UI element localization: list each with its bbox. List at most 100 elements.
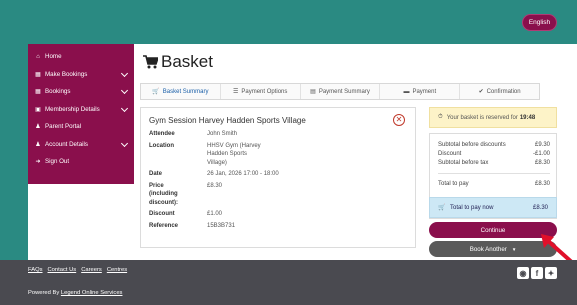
checkout-steps: 🛒 Basket Summary ☰ Payment Options ▤ Pay…: [140, 83, 540, 100]
detail-label: Price (including discount):: [149, 182, 178, 206]
sidebar-item-home[interactable]: ⌂ Home: [28, 48, 134, 66]
facebook-icon[interactable]: f: [531, 267, 543, 279]
sidebar-item-parent-portal[interactable]: ♟ Parent Portal: [28, 118, 134, 136]
sidebar-item-make-bookings[interactable]: ▦ Make Bookings: [28, 66, 134, 84]
chevron-down-icon: [120, 69, 129, 77]
step-payment-summary[interactable]: ▤ Payment Summary: [301, 84, 381, 99]
sign-out-icon: ➜: [35, 159, 41, 166]
detail-row: Date 26 Jan, 2026 17:00 - 18:00: [149, 170, 349, 179]
credit-card-icon: ▬: [403, 88, 410, 95]
booking-details: Attendee John Smith Location HHSV Gym (H…: [149, 130, 349, 233]
detail-value: HHSV Gym (Harvey Hadden Sports Village): [207, 142, 261, 166]
step-label: Payment Options: [241, 88, 288, 95]
calendar-icon: ▦: [35, 71, 41, 78]
detail-row: Price (including discount): £8.30: [149, 182, 349, 208]
twitter-icon[interactable]: ✦: [545, 267, 557, 279]
detail-row: Attendee John Smith: [149, 130, 349, 139]
detail-value: 15B3B731: [207, 222, 236, 229]
reservation-text: Your basket is reserved for: [446, 114, 518, 121]
powered-by: Powered By Legend Online Services: [28, 290, 122, 296]
step-label: Basket Summary: [162, 88, 209, 95]
footer-link-centres[interactable]: Centres: [107, 267, 127, 273]
step-label: Payment: [412, 88, 437, 95]
summary-label: Discount: [438, 151, 462, 157]
booking-title: Gym Session Harvey Hadden Sports Village: [149, 116, 306, 125]
sidebar: ⌂ Home ▦ Make Bookings ▦ Bookings ▣ Memb…: [28, 44, 134, 184]
summary-value: £8.30: [534, 181, 550, 187]
id-card-icon: ▣: [35, 106, 41, 113]
summary-row: Subtotal before tax £8.30: [438, 160, 550, 166]
pay-now-value: £8.30: [532, 204, 548, 211]
stopwatch-icon: ⏱: [438, 114, 443, 120]
summary-label: Subtotal before tax: [438, 160, 489, 166]
booking-card: Gym Session Harvey Hadden Sports Village…: [140, 107, 416, 248]
detail-label: Date: [149, 171, 163, 177]
book-another-label: Book Another: [469, 245, 507, 253]
detail-label: Attendee: [149, 131, 175, 137]
summary-value: £9.30: [534, 142, 550, 148]
page-title-text: Basket: [161, 52, 213, 71]
instagram-icon[interactable]: ◉: [517, 267, 529, 279]
sidebar-item-label: Membership Details: [45, 105, 100, 113]
chevron-down-icon: [120, 86, 129, 95]
sidebar-item-label: Sign Out: [45, 158, 70, 166]
list-icon: ☰: [232, 89, 239, 95]
detail-value: 26 Jan, 2026 17:00 - 18:00: [207, 171, 279, 177]
page-title: Basket: [143, 52, 213, 72]
caret-down-icon: ▼: [511, 246, 517, 252]
top-bar: English: [0, 0, 577, 44]
footer-links: FAQs Contact Us Careers Centres: [28, 267, 132, 273]
pay-now-left: 🛒 Total to pay now: [438, 204, 493, 211]
language-button[interactable]: English: [522, 14, 557, 31]
summary-value: -£1.00: [532, 151, 550, 157]
social-links: ◉ f ✦: [515, 267, 557, 279]
footer-link-faqs[interactable]: FAQs: [28, 267, 43, 273]
sidebar-item-sign-out[interactable]: ➜ Sign Out: [28, 153, 134, 171]
summary-row-total: Total to pay £8.30: [438, 181, 550, 187]
reservation-timer: ⏱ Your basket is reserved for 19:48: [429, 107, 557, 128]
user-icon: ♟: [35, 141, 41, 148]
sidebar-item-label: Make Bookings: [45, 70, 88, 78]
divider: [438, 173, 550, 174]
detail-row: Reference 15B3B731: [149, 222, 349, 231]
home-icon: ⌂: [36, 53, 40, 60]
step-payment[interactable]: ▬ Payment: [380, 84, 461, 99]
cart-icon: 🛒: [438, 205, 446, 211]
summary-value: £8.30: [534, 160, 550, 166]
summary-label: Total to pay: [438, 181, 469, 187]
remove-booking-icon[interactable]: ✕: [393, 114, 405, 126]
detail-value: £1.00: [207, 211, 223, 217]
summary-row: Discount -£1.00: [438, 151, 550, 157]
chevron-down-icon: [120, 104, 129, 112]
summary-row: Subtotal before discounts £9.30: [438, 142, 550, 148]
sidebar-item-label: Parent Portal: [45, 123, 82, 131]
sidebar-item-membership-details[interactable]: ▣ Membership Details: [28, 101, 134, 119]
calendar-icon: ▦: [35, 89, 41, 96]
sidebar-item-label: Home: [45, 53, 62, 61]
footer: FAQs Contact Us Careers Centres Powered …: [0, 260, 577, 305]
step-label: Confirmation: [486, 88, 521, 95]
chevron-down-icon: [120, 139, 129, 147]
detail-label: Location: [149, 142, 174, 149]
detail-row: Discount £1.00: [149, 210, 349, 219]
footer-link-contact[interactable]: Contact Us: [48, 267, 77, 273]
cart-icon: 🛒: [152, 89, 160, 95]
cart-icon: [143, 55, 158, 69]
footer-link-careers[interactable]: Careers: [81, 267, 102, 273]
sidebar-item-label: Bookings: [45, 88, 71, 96]
reservation-time: 19:48: [519, 114, 536, 121]
step-payment-options[interactable]: ☰ Payment Options: [221, 84, 301, 99]
detail-label: Discount: [149, 211, 175, 217]
user-icon: ♟: [35, 124, 41, 131]
detail-value: £8.30: [207, 182, 223, 189]
detail-row: Location HHSV Gym (Harvey Hadden Sports …: [149, 142, 349, 168]
step-label: Payment Summary: [318, 88, 370, 95]
total-pay-now: 🛒 Total to pay now £8.30: [429, 197, 557, 218]
step-basket-summary[interactable]: 🛒 Basket Summary: [141, 84, 221, 99]
powered-link[interactable]: Legend Online Services: [61, 290, 123, 296]
detail-label: Reference: [149, 222, 179, 229]
sidebar-item-bookings[interactable]: ▦ Bookings: [28, 83, 134, 101]
summary-label: Subtotal before discounts: [438, 142, 506, 148]
sidebar-item-account-details[interactable]: ♟ Account Details: [28, 136, 134, 154]
step-confirmation[interactable]: ✔ Confirmation: [460, 84, 539, 99]
